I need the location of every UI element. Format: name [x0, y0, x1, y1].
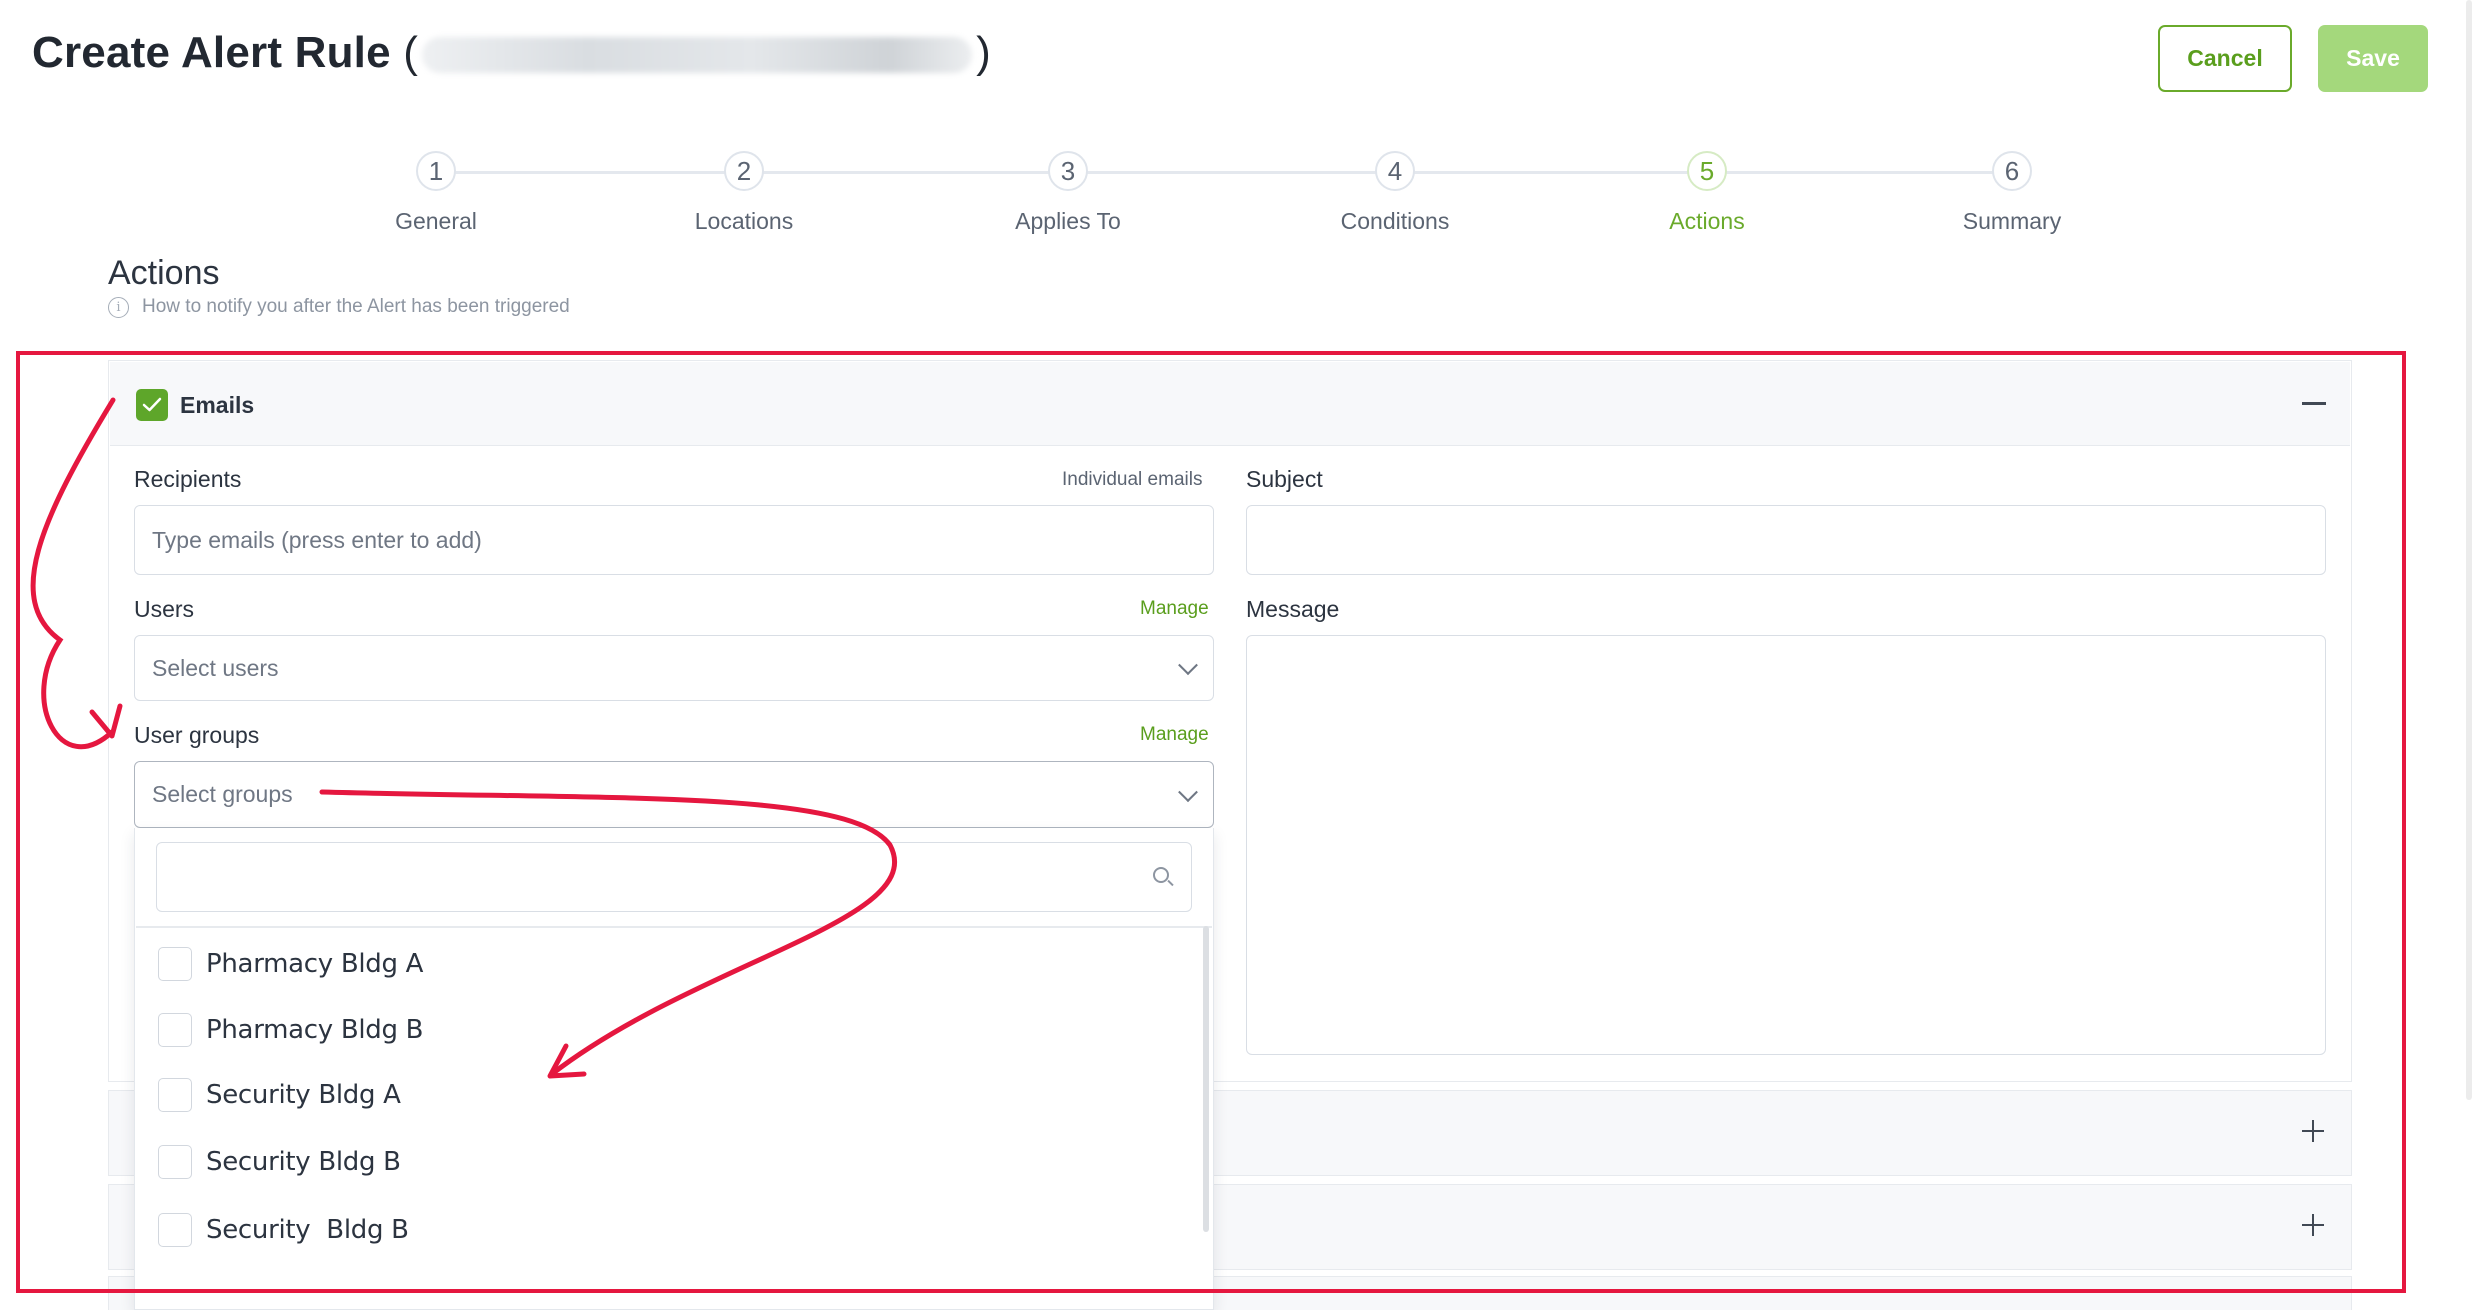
- emails-checkbox[interactable]: [136, 389, 168, 421]
- user-groups-label: User groups: [134, 722, 260, 748]
- group-option-label: Pharmacy Bldg B: [206, 1015, 424, 1045]
- group-option-label: Security Bldg A: [206, 1080, 401, 1110]
- emails-label: Emails: [180, 392, 255, 418]
- cancel-button[interactable]: Cancel: [2158, 25, 2292, 92]
- group-option-label: Pharmacy Bldg A: [206, 949, 424, 979]
- group-option[interactable]: Pharmacy Bldg B: [158, 1012, 424, 1048]
- step-4-label[interactable]: Conditions: [1275, 208, 1515, 235]
- expand-plus-icon[interactable]: [2302, 1120, 2324, 1142]
- search-icon: [1153, 867, 1174, 887]
- step-1-circle[interactable]: 1: [416, 151, 456, 191]
- group-option-checkbox[interactable]: [158, 1213, 192, 1247]
- users-placeholder: Select users: [152, 654, 279, 681]
- group-option-label: Security Bldg B: [206, 1147, 401, 1177]
- save-button[interactable]: Save: [2318, 25, 2428, 92]
- user-groups-select[interactable]: Select groups: [134, 761, 1214, 828]
- chevron-down-icon: [1178, 655, 1198, 676]
- page-title-text: Create Alert Rule: [32, 28, 391, 77]
- group-option[interactable]: Security Bldg A: [158, 1077, 401, 1113]
- annotation-arrow-to-user-groups: [30, 397, 116, 749]
- checkmark-icon: [142, 397, 162, 412]
- stepper-track: [436, 171, 2012, 174]
- group-option-label: Security Bldg B: [206, 1215, 409, 1245]
- user-groups-placeholder: Select groups: [152, 781, 293, 807]
- dropdown-scrollbar[interactable]: [1203, 926, 1209, 1232]
- users-label: Users: [134, 596, 195, 622]
- step-6-label[interactable]: Summary: [1892, 208, 2132, 235]
- step-2-circle[interactable]: 2: [724, 151, 764, 191]
- page-scrollbar[interactable]: [2466, 0, 2472, 1100]
- subject-label: Subject: [1246, 466, 1323, 492]
- collapse-minus-icon[interactable]: [2302, 402, 2326, 405]
- chevron-down-icon: [1178, 781, 1198, 802]
- section-subtitle: How to notify you after the Alert has be…: [142, 296, 570, 317]
- step-4-circle[interactable]: 4: [1375, 151, 1415, 191]
- individual-emails-note: Individual emails: [1062, 469, 1203, 490]
- message-textarea[interactable]: [1246, 635, 2326, 1055]
- info-icon: i: [108, 297, 129, 318]
- step-3-label[interactable]: Applies To: [948, 208, 1188, 235]
- step-2-label[interactable]: Locations: [624, 208, 864, 235]
- recipients-placeholder: Type emails (press enter to add): [152, 526, 482, 553]
- step-5-label[interactable]: Actions: [1587, 208, 1827, 235]
- group-option-checkbox[interactable]: [158, 1078, 192, 1112]
- redacted-rule-name: [422, 37, 973, 74]
- title-paren-close: ): [976, 28, 991, 77]
- recipients-label: Recipients: [134, 466, 242, 492]
- recipients-input[interactable]: Type emails (press enter to add): [134, 505, 1214, 575]
- group-option[interactable]: Security Bldg B: [158, 1144, 401, 1180]
- subject-input[interactable]: [1246, 505, 2326, 575]
- title-paren-open: (: [403, 28, 419, 77]
- groups-search-input[interactable]: [156, 842, 1192, 912]
- group-option-checkbox[interactable]: [158, 1013, 192, 1047]
- group-option-checkbox[interactable]: [158, 1145, 192, 1179]
- step-6-circle[interactable]: 6: [1992, 151, 2032, 191]
- group-option-checkbox[interactable]: [158, 947, 192, 981]
- group-option[interactable]: Pharmacy Bldg A: [158, 946, 423, 982]
- step-5-circle[interactable]: 5: [1687, 151, 1727, 191]
- step-1-label[interactable]: General: [316, 208, 556, 235]
- message-label: Message: [1246, 596, 1340, 622]
- users-select[interactable]: Select users: [134, 635, 1214, 701]
- user-groups-manage-link[interactable]: Manage: [1140, 724, 1209, 746]
- emails-panel-header[interactable]: [110, 362, 2350, 446]
- step-3-circle[interactable]: 3: [1048, 151, 1088, 191]
- group-option[interactable]: Security Bldg B: [158, 1212, 409, 1248]
- section-title: Actions: [108, 254, 220, 292]
- page-title: Create Alert Rule (): [32, 28, 991, 78]
- users-manage-link[interactable]: Manage: [1140, 598, 1209, 620]
- expand-plus-icon[interactable]: [2302, 1214, 2324, 1236]
- dropdown-divider: [136, 926, 1212, 928]
